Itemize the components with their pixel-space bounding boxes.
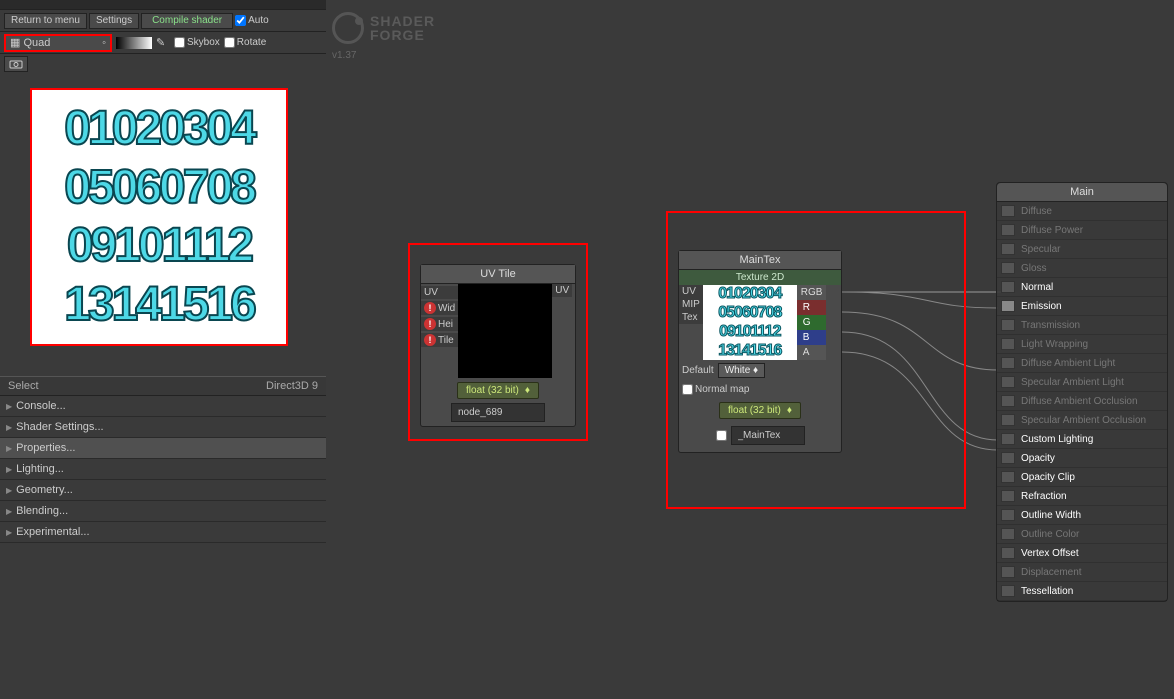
settings-button[interactable]: Settings xyxy=(89,13,139,29)
maintex-node[interactable]: MainTex Texture 2D UV MIP Tex 01020304 0… xyxy=(678,250,842,453)
uvtile-port-tile[interactable]: !Tile xyxy=(421,333,458,347)
main-output-slot[interactable]: Outline Color xyxy=(997,525,1167,544)
maintex-port-b[interactable]: B xyxy=(797,330,827,345)
auto-checkbox[interactable]: Auto xyxy=(235,15,269,26)
maintex-default-dropdown[interactable]: White ♦ xyxy=(718,363,765,378)
main-output-slot[interactable]: Tessellation xyxy=(997,582,1167,601)
main-output-slot[interactable]: Gloss xyxy=(997,259,1167,278)
uvtile-node[interactable]: UV Tile UV !Wid !Hei !Tile UV float (32 … xyxy=(420,264,576,427)
maintex-preview: 01020304 05060708 09101112 13141516 xyxy=(703,285,797,360)
settings-item[interactable]: Blending... xyxy=(0,501,326,522)
main-output-slot[interactable]: Diffuse Ambient Occlusion xyxy=(997,392,1167,411)
settings-item[interactable]: Properties... xyxy=(0,438,326,459)
maintex-precision[interactable]: float (32 bit)♦ xyxy=(719,402,801,419)
mesh-dropdown[interactable]: ▦ Quad◦ xyxy=(4,34,112,52)
main-output-panel[interactable]: Main DiffuseDiffuse PowerSpecularGlossNo… xyxy=(996,182,1168,602)
return-to-menu-button[interactable]: Return to menu xyxy=(4,13,87,29)
uvtile-title: UV Tile xyxy=(421,265,575,284)
maintex-port-uv[interactable]: UV xyxy=(679,285,703,298)
uvtile-port-hei[interactable]: !Hei xyxy=(421,317,458,331)
maintex-port-g[interactable]: G xyxy=(797,315,827,330)
maintex-port-r[interactable]: R xyxy=(797,300,827,315)
color-picker-icon[interactable]: ✎ xyxy=(156,36,170,50)
main-output-slot[interactable]: Emission xyxy=(997,297,1167,316)
maintex-port-mip[interactable]: MIP xyxy=(679,298,703,311)
main-output-slot[interactable]: Specular Ambient Occlusion xyxy=(997,411,1167,430)
select-label: Select xyxy=(8,380,39,392)
main-output-slot[interactable]: Light Wrapping xyxy=(997,335,1167,354)
settings-item[interactable]: Experimental... xyxy=(0,522,326,543)
maintex-port-a[interactable]: A xyxy=(797,345,827,360)
shader-preview: 01020304 05060708 09101112 13141516 xyxy=(30,88,288,346)
main-output-slot[interactable]: Outline Width xyxy=(997,506,1167,525)
screenshot-button[interactable] xyxy=(4,56,28,72)
skybox-checkbox[interactable]: Skybox xyxy=(174,37,220,48)
maintex-port-tex[interactable]: Tex xyxy=(679,311,703,324)
uvtile-port-wid[interactable]: !Wid xyxy=(421,301,458,315)
uvtile-port-uv[interactable]: UV xyxy=(421,286,458,299)
maintex-name-input[interactable] xyxy=(731,426,805,445)
compile-shader-button[interactable]: Compile shader xyxy=(141,13,233,29)
maintex-port-rgb[interactable]: RGB xyxy=(797,285,827,300)
main-output-slot[interactable]: Opacity xyxy=(997,449,1167,468)
settings-item[interactable]: Geometry... xyxy=(0,480,326,501)
maintex-title: MainTex xyxy=(679,251,841,270)
main-output-slot[interactable]: Normal xyxy=(997,278,1167,297)
uvtile-precision[interactable]: float (32 bit)♦ xyxy=(457,382,539,399)
main-output-slot[interactable]: Custom Lighting xyxy=(997,430,1167,449)
main-output-slot[interactable]: Opacity Clip xyxy=(997,468,1167,487)
maintex-name-checkbox[interactable] xyxy=(716,430,727,441)
renderer-label: Direct3D 9 xyxy=(266,380,318,392)
settings-item[interactable]: Console... xyxy=(0,396,326,417)
bg-slider[interactable] xyxy=(116,37,152,49)
version-label: v1.37 xyxy=(332,50,356,61)
uvtile-name-input[interactable] xyxy=(451,403,545,422)
main-output-slot[interactable]: Diffuse xyxy=(997,202,1167,221)
main-output-slot[interactable]: Vertex Offset xyxy=(997,544,1167,563)
uvtile-preview xyxy=(458,284,552,378)
main-output-slot[interactable]: Refraction xyxy=(997,487,1167,506)
rotate-checkbox[interactable]: Rotate xyxy=(224,37,266,48)
normal-map-checkbox[interactable]: Normal map xyxy=(682,384,749,395)
main-output-slot[interactable]: Diffuse Power xyxy=(997,221,1167,240)
uvtile-port-out-uv[interactable]: UV xyxy=(552,284,572,297)
main-output-slot[interactable]: Transmission xyxy=(997,316,1167,335)
main-panel-title: Main xyxy=(997,183,1167,202)
shaderforge-logo: SHADERFORGE xyxy=(332,12,435,44)
main-output-slot[interactable]: Specular xyxy=(997,240,1167,259)
maintex-subtitle: Texture 2D xyxy=(679,270,841,285)
settings-item[interactable]: Shader Settings... xyxy=(0,417,326,438)
main-output-slot[interactable]: Displacement xyxy=(997,563,1167,582)
main-output-slot[interactable]: Diffuse Ambient Light xyxy=(997,354,1167,373)
main-output-slot[interactable]: Specular Ambient Light xyxy=(997,373,1167,392)
settings-item[interactable]: Lighting... xyxy=(0,459,326,480)
